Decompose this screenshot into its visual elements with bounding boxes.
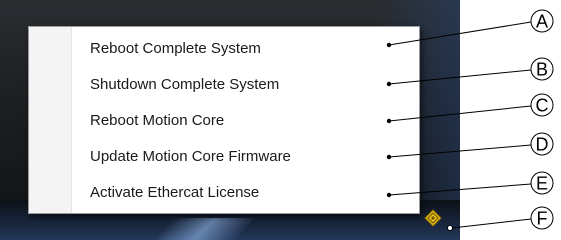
callout-label-d: D	[536, 135, 549, 155]
tray-context-menu: Reboot Complete System Shutdown Complete…	[28, 26, 420, 214]
callout-label-b: B	[536, 60, 548, 80]
menu-item-label: Update Motion Core Firmware	[90, 147, 291, 165]
callout-label-c: C	[536, 96, 549, 116]
menu-item-label: Shutdown Complete System	[90, 75, 280, 93]
menu-item-activate-ethercat-license[interactable]: Activate Ethercat License	[71, 175, 419, 209]
menu-item-label: Reboot Complete System	[90, 39, 261, 57]
menu-item-label: Activate Ethercat License	[90, 183, 260, 201]
menu-item-update-motion-core-firmware[interactable]: Update Motion Core Firmware	[71, 139, 419, 173]
callout-label-f: F	[537, 209, 548, 229]
menu-item-reboot-motion-core[interactable]: Reboot Motion Core	[71, 103, 419, 137]
callout-label-e: E	[536, 174, 548, 194]
menu-item-label: Reboot Motion Core	[90, 111, 225, 129]
menu-icon-gutter	[29, 27, 72, 213]
menu-item-reboot-complete-system[interactable]: Reboot Complete System	[71, 31, 419, 65]
callout-label-a: A	[536, 12, 548, 32]
menu-item-shutdown-complete-system[interactable]: Shutdown Complete System	[71, 67, 419, 101]
callout-f: F	[446, 206, 554, 232]
warning-diamond-icon[interactable]	[424, 209, 442, 227]
